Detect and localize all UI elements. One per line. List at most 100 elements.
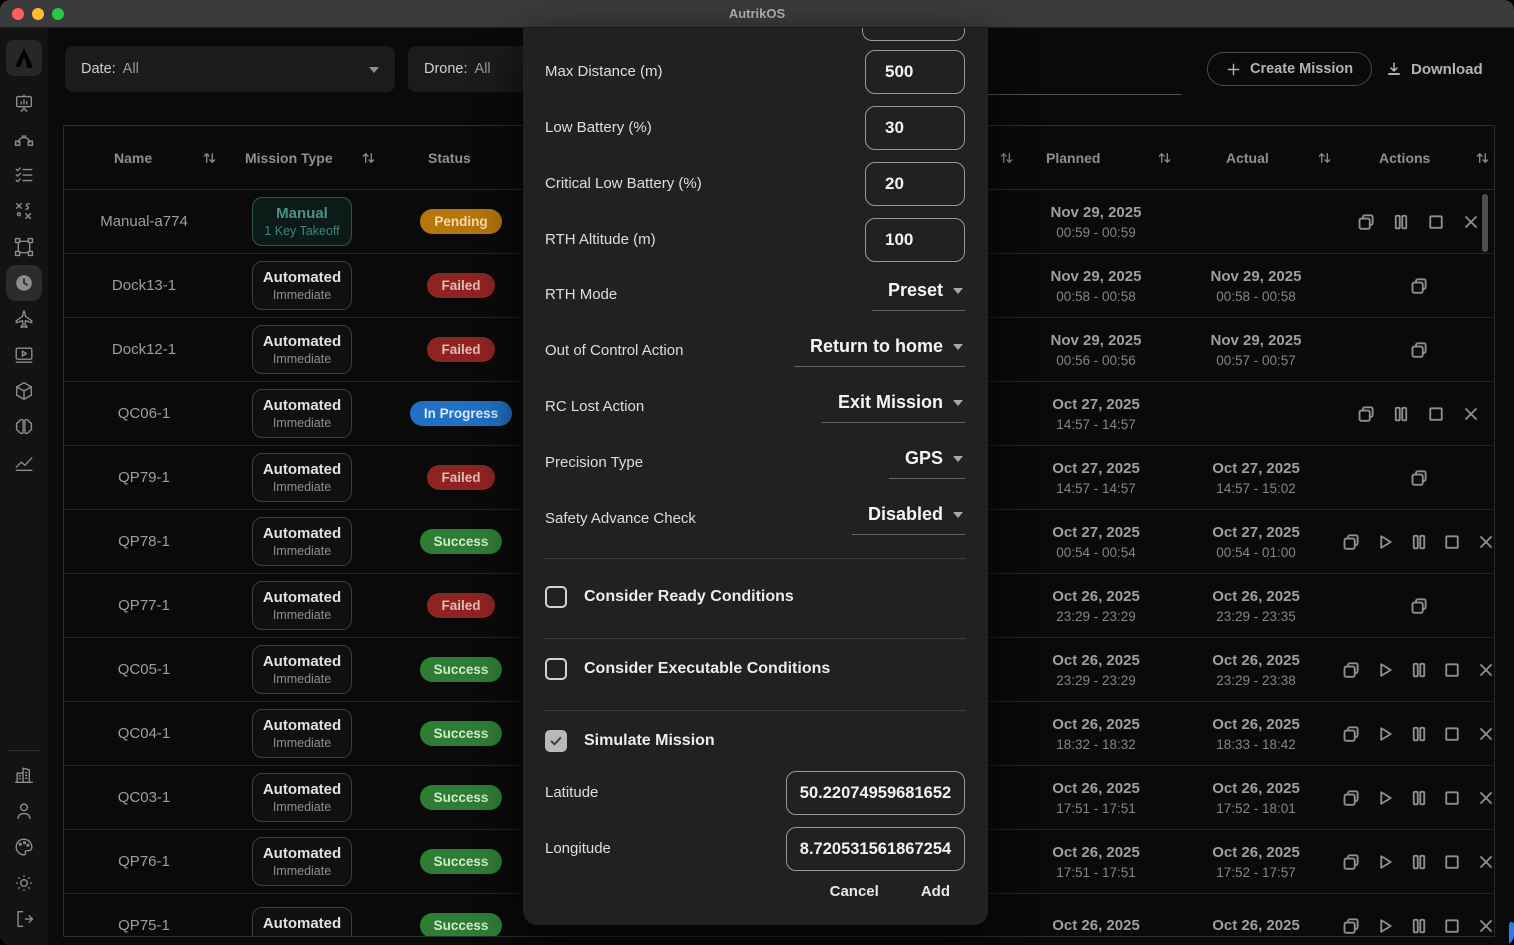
stop-action-button[interactable] (1442, 723, 1463, 745)
sidebar-item-vector-path[interactable] (6, 121, 42, 157)
copy-action-button[interactable] (1341, 659, 1362, 681)
rc-lost-action-select[interactable]: Exit Mission (822, 392, 965, 423)
sidebar-item-checklist[interactable] (6, 157, 42, 193)
play-action-button[interactable] (1375, 531, 1396, 553)
stop-action-button[interactable] (1442, 915, 1463, 937)
download-button[interactable]: Download (1386, 52, 1483, 86)
play-action-button[interactable] (1375, 659, 1396, 681)
copy-action-button[interactable] (1341, 915, 1362, 937)
add-button[interactable]: Add (921, 883, 950, 900)
latitude-input[interactable] (786, 771, 965, 815)
pause-action-button[interactable] (1408, 723, 1429, 745)
sidebar-item-logout[interactable] (6, 901, 42, 937)
copy-action-button[interactable] (1408, 339, 1430, 361)
sort-icon-planned[interactable] (1157, 150, 1172, 165)
stop-action-button[interactable] (1425, 211, 1447, 233)
sidebar-item-video-feed[interactable] (6, 337, 42, 373)
out-of-control-select[interactable]: Return to home (794, 336, 965, 367)
rth-altitude-input[interactable] (865, 218, 965, 262)
plus-icon (1226, 62, 1241, 77)
sidebar-item-randomizer[interactable] (6, 193, 42, 229)
close-action-button[interactable] (1460, 403, 1482, 425)
sidebar-item-analytics[interactable] (6, 445, 42, 481)
create-mission-button[interactable]: Create Mission (1207, 52, 1372, 86)
stop-action-button[interactable] (1442, 787, 1463, 809)
actual-date: Oct 27, 2025 (1212, 458, 1300, 479)
close-action-button[interactable] (1475, 659, 1495, 681)
mission-type-subtitle: Immediate (263, 479, 341, 495)
pause-action-button[interactable] (1408, 787, 1429, 809)
sidebar-item-user[interactable] (6, 793, 42, 829)
close-action-button[interactable] (1475, 915, 1495, 937)
status-badge: Failed (427, 465, 494, 490)
pause-icon (1409, 660, 1429, 680)
stop-action-button[interactable] (1425, 403, 1447, 425)
date-filter-dropdown[interactable]: Date: All (65, 46, 395, 92)
simulate-mission-checkbox[interactable]: Simulate Mission (545, 729, 715, 753)
partial-input[interactable] (862, 28, 965, 41)
copy-action-button[interactable] (1355, 403, 1377, 425)
consider-ready-conditions-checkbox[interactable]: Consider Ready Conditions (545, 585, 794, 609)
precision-type-select[interactable]: GPS (889, 448, 965, 479)
pause-icon (1391, 212, 1411, 232)
copy-action-button[interactable] (1408, 275, 1430, 297)
close-action-button[interactable] (1475, 531, 1495, 553)
pause-action-button[interactable] (1390, 211, 1412, 233)
status-badge: Success (420, 785, 503, 810)
consider-ready-conditions-label: Consider Ready Conditions (584, 588, 794, 606)
play-action-button[interactable] (1375, 723, 1396, 745)
stop-icon (1442, 852, 1462, 872)
sort-icon[interactable] (999, 150, 1014, 165)
close-action-button[interactable] (1460, 211, 1482, 233)
scrollbar-thumb-blue[interactable] (1509, 922, 1514, 945)
max-distance-input[interactable] (865, 50, 965, 94)
sort-icon-name[interactable] (202, 150, 217, 165)
copy-action-button[interactable] (1341, 723, 1362, 745)
stop-action-button[interactable] (1442, 659, 1463, 681)
stop-action-button[interactable] (1442, 851, 1463, 873)
longitude-input[interactable] (786, 827, 965, 871)
sidebar-item-object-group[interactable] (6, 229, 42, 265)
copy-action-button[interactable] (1341, 787, 1362, 809)
play-action-button[interactable] (1375, 915, 1396, 937)
pause-action-button[interactable] (1408, 851, 1429, 873)
close-action-button[interactable] (1475, 723, 1495, 745)
sidebar-item-ai[interactable] (6, 409, 42, 445)
actual-date: Nov 29, 2025 (1211, 330, 1302, 351)
cancel-button[interactable]: Cancel (830, 883, 879, 900)
safety-advance-check-select[interactable]: Disabled (852, 504, 965, 535)
copy-action-button[interactable] (1408, 467, 1430, 489)
pause-action-button[interactable] (1408, 915, 1429, 937)
close-action-button[interactable] (1475, 851, 1495, 873)
copy-action-button[interactable] (1355, 211, 1377, 233)
sort-icon-mission-type[interactable] (361, 150, 376, 165)
copy-action-button[interactable] (1341, 851, 1362, 873)
rth-mode-select[interactable]: Preset (872, 280, 965, 311)
sidebar-item-history[interactable] (6, 265, 42, 301)
stop-icon (1442, 916, 1462, 936)
sidebar-item-dashboard[interactable] (6, 85, 42, 121)
sidebar-item-drone[interactable] (6, 301, 42, 337)
sidebar-item-3d-view[interactable] (6, 373, 42, 409)
sort-icon-actual[interactable] (1317, 150, 1332, 165)
pause-action-button[interactable] (1408, 531, 1429, 553)
low-battery-input[interactable] (865, 106, 965, 150)
pause-action-button[interactable] (1408, 659, 1429, 681)
critical-low-battery-input[interactable] (865, 162, 965, 206)
sort-icon-actions[interactable] (1475, 150, 1490, 165)
consider-executable-conditions-checkbox[interactable]: Consider Executable Conditions (545, 657, 830, 681)
play-action-button[interactable] (1375, 787, 1396, 809)
sidebar-item-organization[interactable] (6, 757, 42, 793)
copy-action-button[interactable] (1341, 531, 1362, 553)
sidebar-item-brightness[interactable] (6, 865, 42, 901)
table-scrollbar-thumb[interactable] (1482, 194, 1488, 252)
planned-cell: Nov 29, 2025 00:59 - 00:59 (1016, 190, 1176, 253)
copy-icon (1341, 660, 1361, 680)
play-action-button[interactable] (1375, 851, 1396, 873)
copy-action-button[interactable] (1408, 595, 1430, 617)
safety-advance-check-value: Disabled (868, 504, 943, 525)
pause-action-button[interactable] (1390, 403, 1412, 425)
stop-action-button[interactable] (1442, 531, 1463, 553)
sidebar-item-theme[interactable] (6, 829, 42, 865)
close-action-button[interactable] (1475, 787, 1495, 809)
